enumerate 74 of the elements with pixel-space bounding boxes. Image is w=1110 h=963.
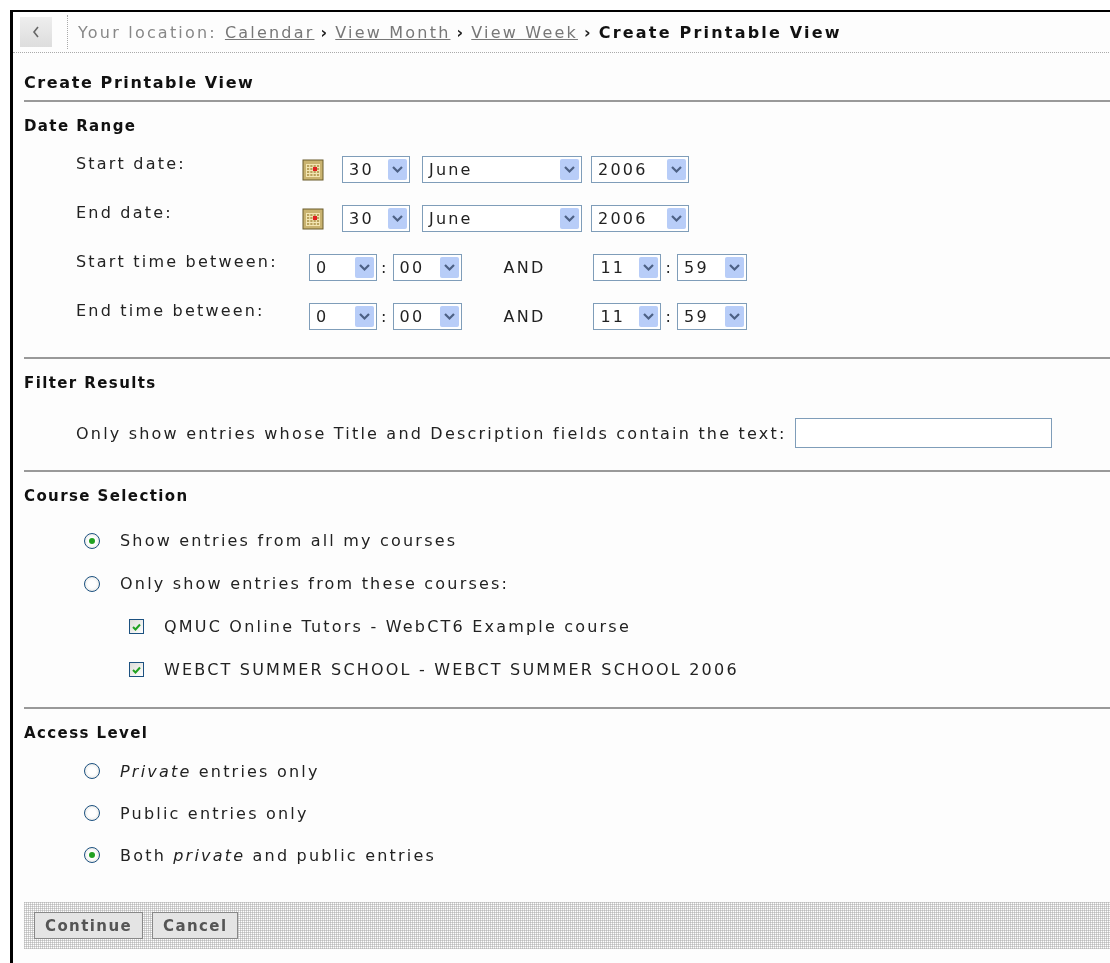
breadcrumb-separator: › (456, 22, 466, 42)
checkbox[interactable] (129, 619, 144, 634)
radio-button[interactable] (84, 575, 100, 592)
year-dropdown[interactable]: 2006 (591, 156, 689, 183)
field-label: End time between: (76, 301, 266, 320)
chevron-down-icon (639, 306, 659, 327)
section-heading: Access Level (24, 724, 150, 742)
chevron-down-icon (355, 257, 374, 278)
minute-dropdown[interactable]: 59 (677, 303, 748, 330)
hour-dropdown[interactable]: 0 (309, 303, 377, 330)
day-dropdown[interactable]: 30 (342, 156, 410, 183)
chevron-down-icon (667, 159, 686, 180)
breadcrumb-link[interactable]: Calendar (224, 22, 315, 42)
breadcrumb-separator: › (320, 22, 330, 42)
breadcrumb-separator: › (583, 22, 593, 42)
chevron-down-icon (725, 257, 745, 278)
time-separator: : (665, 307, 674, 326)
radio-button[interactable] (84, 805, 100, 821)
option-label: Show entries from all my courses (120, 531, 458, 550)
chevron-left-icon (32, 26, 40, 38)
checkbox[interactable] (129, 662, 144, 677)
and-label: AND (503, 258, 546, 277)
calendar-icon[interactable] (302, 207, 324, 230)
course-label: WEBCT SUMMER SCHOOL - WEBCT SUMMER SCHOOL 2006 (164, 660, 739, 679)
section-heading: Course Selection (24, 487, 190, 505)
minute-dropdown[interactable]: 00 (392, 303, 462, 330)
chevron-down-icon (355, 306, 374, 327)
chevron-down-icon (439, 306, 459, 327)
breadcrumb-link[interactable]: View Month (335, 22, 451, 42)
year-dropdown[interactable]: 2006 (591, 205, 689, 232)
minute-dropdown[interactable]: 00 (392, 254, 462, 281)
action-button[interactable]: Cancel (152, 912, 239, 939)
filter-text-field[interactable] (794, 418, 1052, 448)
chevron-down-icon (725, 306, 745, 327)
location-label: Your location: (78, 22, 217, 42)
time-separator: : (381, 307, 389, 326)
option-label: Private entries only (120, 761, 320, 781)
hour-dropdown[interactable]: 11 (593, 254, 662, 281)
radio-button[interactable] (84, 847, 100, 863)
radio-button[interactable] (84, 532, 100, 549)
chevron-down-icon (560, 159, 579, 180)
option-label: Both private and public entries (120, 845, 436, 865)
section-heading: Date Range (24, 117, 138, 135)
field-label: Start date: (76, 154, 187, 173)
filter-label: Only show entries whose Title and Description fields contain the text: (76, 423, 787, 443)
option-label: Public entries only (120, 803, 309, 823)
field-label: End date: (76, 203, 174, 222)
chevron-down-icon (667, 208, 686, 229)
checkmark-icon (132, 622, 141, 631)
action-button[interactable]: Continue (34, 912, 144, 939)
calendar-icon[interactable] (302, 158, 324, 181)
chevron-down-icon (388, 208, 407, 229)
month-dropdown[interactable]: June (422, 156, 582, 183)
chevron-down-icon (439, 257, 459, 278)
course-label: QMUC Online Tutors - WebCT6 Example course (164, 617, 631, 636)
and-label: AND (503, 307, 546, 326)
breadcrumb-link[interactable]: View Week (471, 22, 578, 42)
radio-button[interactable] (84, 763, 100, 779)
checkmark-icon (132, 665, 141, 674)
hour-dropdown[interactable]: 11 (593, 303, 662, 330)
option-label: Only show entries from these courses: (120, 574, 510, 593)
section-heading: Filter Results (24, 374, 158, 392)
chevron-down-icon (388, 159, 407, 180)
month-dropdown[interactable]: June (422, 205, 582, 232)
time-separator: : (381, 258, 389, 277)
time-separator: : (665, 258, 674, 277)
page-title: Create Printable View (24, 53, 1110, 102)
hour-dropdown[interactable]: 0 (309, 254, 377, 281)
chevron-down-icon (639, 257, 659, 278)
field-label: Start time between: (76, 252, 279, 271)
minute-dropdown[interactable]: 59 (677, 254, 748, 281)
day-dropdown[interactable]: 30 (342, 205, 410, 232)
chevron-down-icon (560, 208, 579, 229)
current-page: Create Printable View (598, 22, 842, 42)
